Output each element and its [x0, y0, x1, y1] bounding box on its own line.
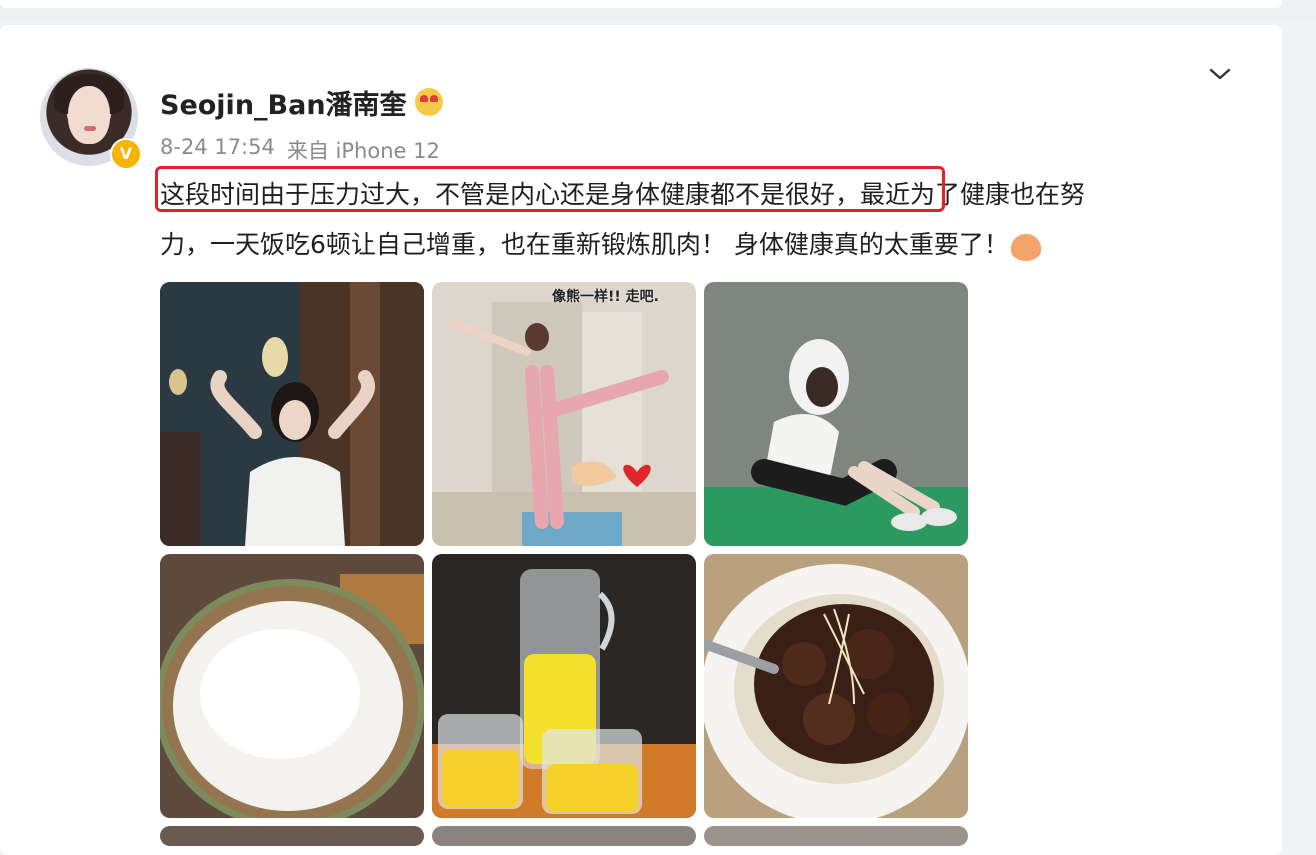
photo-rice-bowl[interactable] — [160, 554, 424, 818]
photo-restaurant-pose-art — [160, 282, 424, 546]
post-text-line-2: 力，一天饭吃6顿让自己增重，也在重新锻炼肌肉！ 身体健康真的太重要了！ — [160, 220, 1220, 270]
photo-rice-bowl-art — [160, 554, 424, 818]
photo-stretching-art — [432, 282, 696, 546]
post-meta: 8-24 17:54 来自 iPhone 12 — [160, 135, 440, 165]
photo-row3-1[interactable] — [160, 826, 424, 846]
photo-orange-juice[interactable] — [432, 554, 696, 818]
photo-gym-sitting[interactable] — [704, 282, 968, 546]
photo-row3-3[interactable] — [704, 826, 968, 846]
post-text-line-2-content: 力，一天饭吃6顿让自己增重，也在重新锻炼肌肉！ 身体健康真的太重要了！ — [160, 230, 1009, 259]
avatar-face — [68, 86, 110, 144]
post-source: 来自 iPhone 12 — [286, 139, 440, 163]
photo-grid: 像熊一样!! 走吧. — [160, 282, 968, 846]
photo-braised-meat[interactable] — [704, 554, 968, 818]
photo-gym-sitting-art — [704, 282, 968, 546]
post-date[interactable]: 8-24 17:54 — [160, 135, 275, 165]
top-strip — [0, 0, 1316, 22]
heart-eyes-face-icon — [414, 88, 443, 116]
photo-row3-2[interactable] — [432, 826, 696, 846]
username-row: Seojin_Ban潘南奎 — [160, 83, 443, 122]
photo-orange-juice-art — [432, 554, 696, 818]
clap-hands-icon — [1008, 231, 1043, 261]
photo-caption-partial: 像熊一样!! 走吧. — [552, 289, 659, 305]
photo-restaurant-pose[interactable] — [160, 282, 424, 546]
photo-braised-meat-art — [704, 554, 968, 818]
username[interactable]: Seojin_Ban潘南奎 — [160, 83, 407, 122]
avatar-lip — [84, 126, 96, 131]
red-highlight-box — [155, 166, 945, 212]
chevron-down-icon[interactable] — [1208, 62, 1232, 86]
previous-card-edge — [0, 0, 1282, 8]
photo-stretching[interactable]: 像熊一样!! 走吧. — [432, 282, 696, 546]
verified-badge: V — [110, 138, 142, 170]
